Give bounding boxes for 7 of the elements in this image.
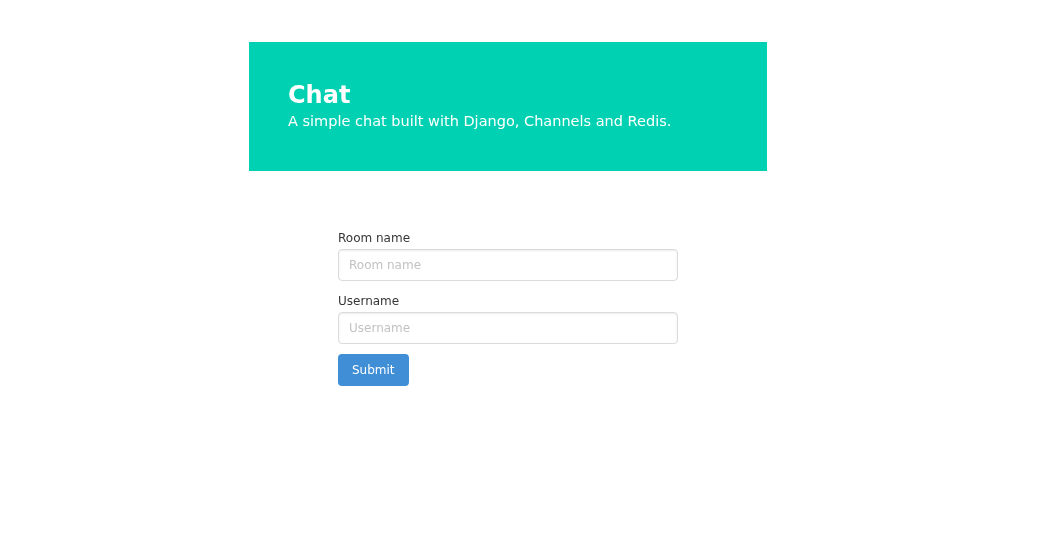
submit-button[interactable]: Submit [338,354,409,386]
hero-title: Chat [288,80,352,110]
hero-subtitle: A simple chat built with Django, Channels and Redis. [288,112,673,131]
input-field[interactable]: Username [338,312,678,344]
input-field[interactable]: Room name [338,249,678,281]
field-label: Room name [338,230,411,246]
field-label: Username [338,293,400,309]
